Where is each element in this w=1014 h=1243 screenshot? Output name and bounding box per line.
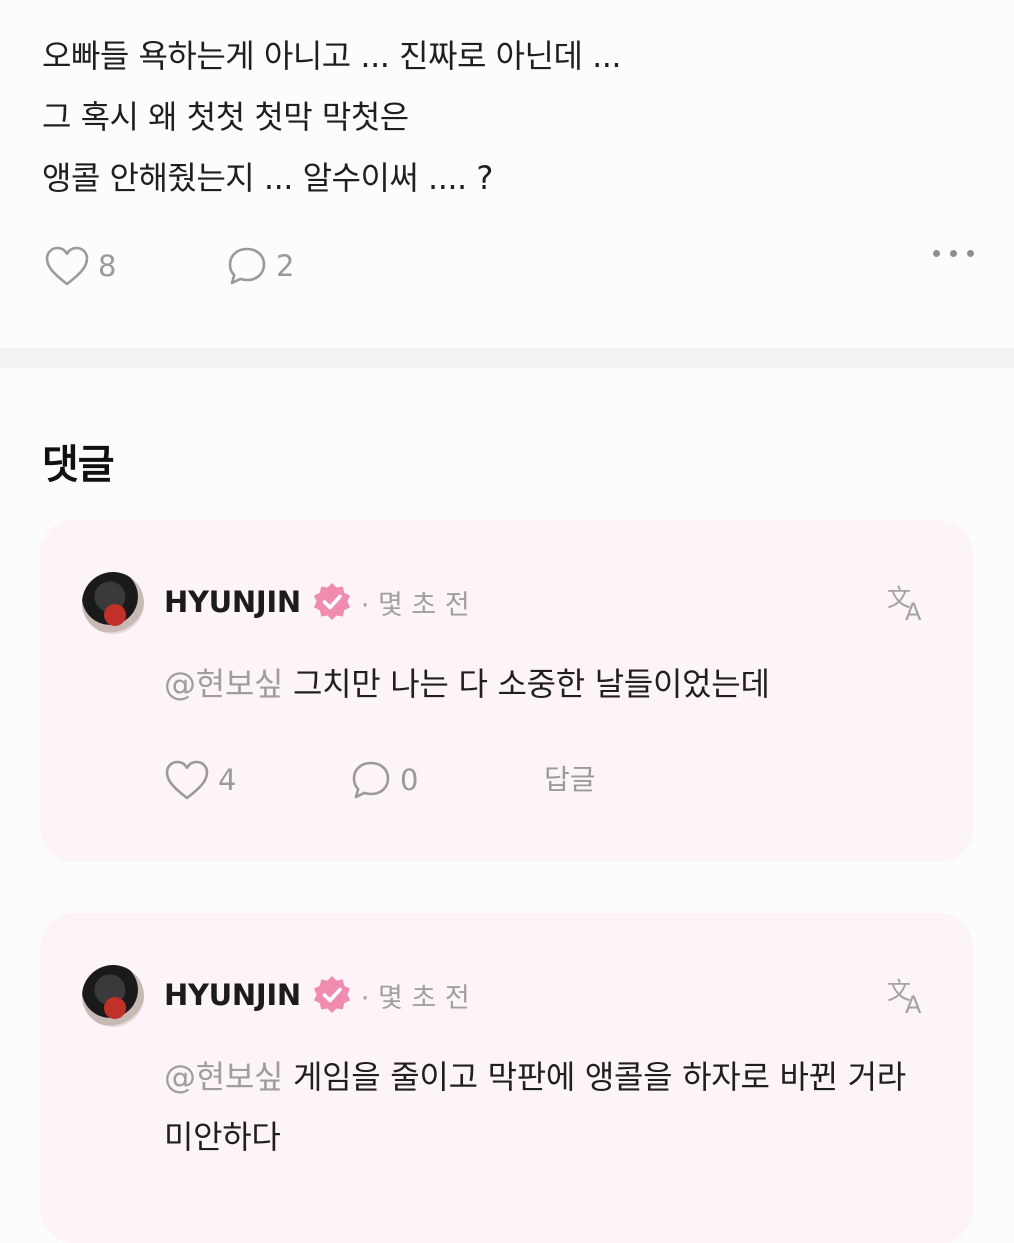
comment-reply-count-button[interactable]: 0	[350, 758, 418, 802]
reply-button[interactable]: 답글	[544, 758, 596, 802]
author-name[interactable]: HYUNJIN	[164, 585, 301, 619]
comment-icon	[352, 761, 390, 799]
post-line: 앵콜 안해줬는지 ... 알수이써 .... ?	[42, 159, 493, 197]
post-line: 오빠들 욕하는게 아니고 ... 진짜로 아닌데 ...	[42, 37, 622, 75]
mention[interactable]: @현보싶	[164, 1058, 283, 1096]
verified-badge-icon	[313, 976, 350, 1013]
comment-text: @현보싶 그치만 나는 다 소중한 날들이었는데	[164, 654, 924, 714]
comment-icon	[228, 247, 266, 285]
post-line: 그 혹시 왜 첫첫 첫막 막첫은	[42, 98, 409, 136]
comment-card: HYUNJIN · 몇 초 전 文 A @현보싶 그치만 나는 다 소중한 날들…	[40, 520, 973, 862]
translate-icon[interactable]: 文 A	[885, 973, 929, 1017]
heart-icon	[165, 760, 209, 800]
comment-actions: 4 0 답글	[164, 758, 764, 802]
translate-icon[interactable]: 文 A	[885, 580, 929, 624]
svg-text:A: A	[905, 598, 922, 624]
post-comment-button[interactable]: 2	[226, 244, 294, 288]
comment-card: HYUNJIN · 몇 초 전 文 A @현보싶 게임을 줄이고 막판에 앵콜을…	[40, 913, 973, 1243]
like-count: 4	[218, 763, 237, 797]
more-icon[interactable]	[933, 250, 974, 257]
like-count: 8	[98, 249, 117, 283]
comment-count: 2	[276, 249, 295, 283]
author-name[interactable]: HYUNJIN	[164, 978, 301, 1012]
avatar[interactable]	[82, 965, 144, 1027]
section-divider	[0, 348, 1014, 368]
post-actions: 8 2	[44, 244, 974, 288]
svg-text:A: A	[905, 991, 922, 1017]
comment-body: 그치만 나는 다 소중한 날들이었는데	[293, 665, 770, 703]
reply-count: 0	[400, 763, 419, 797]
post-body: 오빠들 욕하는게 아니고 ... 진짜로 아닌데 ... 그 혹시 왜 첫첫 첫…	[42, 26, 622, 209]
mention[interactable]: @현보싶	[164, 665, 283, 703]
comment-time: · 몇 초 전	[360, 589, 470, 621]
post: 오빠들 욕하는게 아니고 ... 진짜로 아닌데 ... 그 혹시 왜 첫첫 첫…	[0, 0, 1014, 348]
avatar[interactable]	[82, 572, 144, 634]
comment-like-button[interactable]: 4	[164, 758, 236, 802]
comment-header: HYUNJIN · 몇 초 전	[164, 975, 470, 1015]
verified-badge-icon	[313, 583, 350, 620]
comment-time: · 몇 초 전	[360, 982, 470, 1014]
post-like-button[interactable]: 8	[44, 244, 116, 288]
comment-header: HYUNJIN · 몇 초 전	[164, 582, 470, 622]
comments-title: 댓글	[42, 442, 115, 488]
heart-icon	[45, 246, 89, 286]
comment-text: @현보싶 게임을 줄이고 막판에 앵콜을 하자로 바뀐 거라 미안하다	[164, 1047, 914, 1167]
